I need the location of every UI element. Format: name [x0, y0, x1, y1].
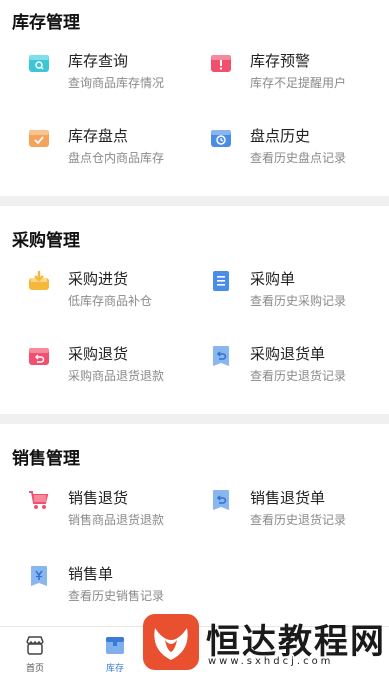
item-desc: 查看历史退货记录 [250, 369, 347, 383]
inventory-query-item[interactable]: 库存查询 查询商品库存情况 [28, 50, 208, 96]
tab-label: 首页 [25, 664, 44, 674]
item-name: 采购退货 [68, 345, 129, 363]
count-history-item[interactable]: 盘点历史 查看历史盘点记录 [210, 125, 389, 171]
item-desc: 盘点仓内商品库存 [68, 151, 165, 165]
item-name: 盘点历史 [250, 127, 311, 145]
inventory-alert-icon [211, 55, 231, 72]
item-name: 采购单 [250, 270, 296, 288]
inventory-check-icon [29, 130, 49, 147]
item-desc: 查看历史采购记录 [250, 294, 347, 308]
sales-return-order-item[interactable]: 销售退货单 查看历史退货记录 [210, 487, 389, 533]
return-box-icon [29, 348, 49, 365]
inventory-box-icon [106, 637, 124, 654]
section-title-sales: 销售管理 [12, 449, 80, 469]
watermark-logo [143, 614, 199, 670]
item-name: 销售退货单 [250, 489, 326, 507]
purchase-order-item[interactable]: 采购单 查看历史采购记录 [210, 268, 389, 314]
item-desc: 库存不足提醒用户 [250, 76, 347, 90]
item-desc: 销售商品退货退款 [68, 513, 165, 527]
currency-document-icon [31, 566, 47, 586]
item-name: 库存盘点 [68, 127, 129, 145]
item-desc: 采购商品退货退款 [68, 369, 165, 383]
purchase-return-item[interactable]: 采购退货 采购商品退货退款 [28, 343, 208, 389]
item-name: 库存预警 [250, 52, 311, 70]
item-desc: 低库存商品补仓 [68, 294, 153, 308]
section-title-purchase: 采购管理 [12, 231, 80, 251]
watermark-url: www.sxhdcj.com [208, 656, 334, 667]
item-desc: 查询商品库存情况 [68, 76, 165, 90]
item-desc: 查看历史退货记录 [250, 513, 347, 527]
item-desc: 查看历史销售记录 [68, 589, 165, 603]
inventory-alert-item[interactable]: 库存预警 库存不足提醒用户 [210, 50, 389, 96]
document-list-icon [213, 271, 229, 291]
tab-home[interactable]: 首页 [15, 631, 55, 674]
cart-icon [29, 491, 49, 509]
return-document-icon [213, 490, 229, 510]
home-store-icon [26, 636, 44, 655]
sales-return-item[interactable]: 销售退货 销售商品退货退款 [28, 487, 208, 533]
sales-order-item[interactable]: 销售单 查看历史销售记录 [28, 563, 208, 609]
inbox-download-icon [29, 271, 49, 290]
inventory-count-item[interactable]: 库存盘点 盘点仓内商品库存 [28, 125, 208, 171]
watermark: 恒达教程网 www.sxhdcj.com [140, 610, 389, 674]
return-document-icon [213, 346, 229, 366]
tab-label: 库存 [105, 664, 124, 674]
item-name: 库存查询 [68, 52, 129, 70]
inventory-search-icon [29, 55, 49, 72]
item-name: 销售单 [68, 565, 114, 583]
item-name: 采购进货 [68, 270, 129, 288]
section-divider [0, 414, 389, 424]
purchase-return-order-item[interactable]: 采购退货单 查看历史退货记录 [210, 343, 389, 389]
tab-inventory[interactable]: 库存 [95, 631, 135, 674]
section-title-inventory: 库存管理 [12, 13, 80, 33]
fox-logo-icon [154, 628, 188, 660]
section-divider [0, 196, 389, 206]
clock-icon [211, 130, 231, 147]
item-name: 销售退货 [68, 489, 129, 507]
item-name: 采购退货单 [250, 345, 326, 363]
item-desc: 查看历史盘点记录 [250, 151, 347, 165]
purchase-stock-item[interactable]: 采购进货 低库存商品补仓 [28, 268, 208, 314]
